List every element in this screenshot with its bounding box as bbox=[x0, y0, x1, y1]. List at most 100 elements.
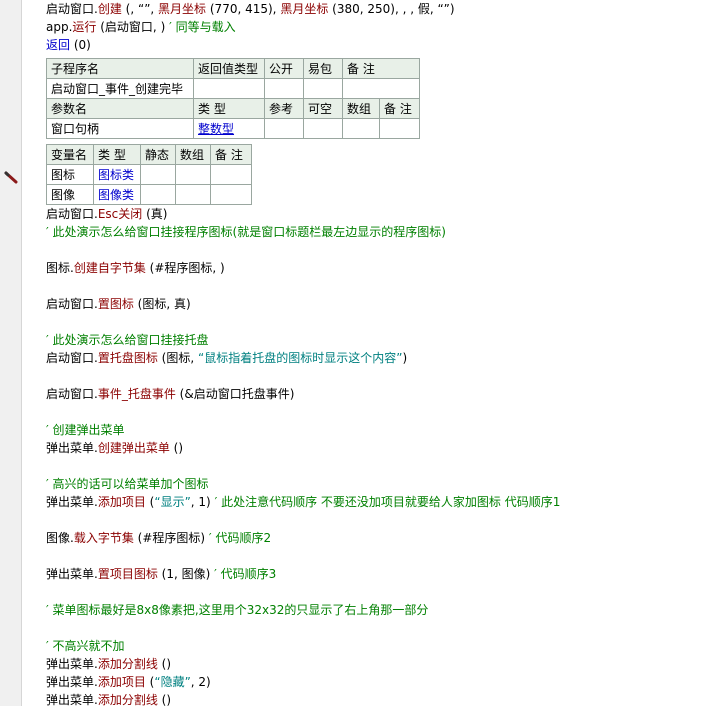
code-line[interactable]: 弹出菜单.添加项目 (“显示”, 1) ′ 此处注意代码顺序 不要还没加项目就要… bbox=[46, 493, 701, 511]
code-token: , 2) bbox=[190, 675, 211, 689]
code-line[interactable]: 图标.创建自字节集 (#程序图标, ) bbox=[46, 259, 701, 277]
code-token: ′ 此处演示怎么给窗口挂接托盘 bbox=[46, 333, 209, 347]
code-token: 创建自字节集 bbox=[73, 261, 146, 275]
code-token: 黑月坐标 bbox=[158, 2, 207, 16]
code-token: 事件_托盘事件 bbox=[97, 387, 176, 401]
var-name-cell[interactable]: 图像 bbox=[46, 184, 94, 205]
code-token: (380, 250), , , 假, “”) bbox=[328, 2, 455, 16]
return-type-cell[interactable] bbox=[193, 78, 265, 99]
col-remark: 备 注 bbox=[342, 58, 420, 79]
code-line[interactable]: app.运行 (启动窗口, ) ′ 同等与载入 bbox=[46, 18, 701, 36]
code-token: ′ 同等与载入 bbox=[169, 20, 236, 34]
col-easy-pkg: 易包 bbox=[303, 58, 343, 79]
subroutine-row[interactable]: 启动窗口_事件_创建完毕 bbox=[46, 78, 420, 99]
code-token: 返回 bbox=[46, 38, 71, 52]
code-token: “隐藏” bbox=[154, 675, 191, 689]
code-line[interactable]: 弹出菜单.添加分割线 () bbox=[46, 655, 701, 673]
code-token: 添加分割线 bbox=[97, 693, 158, 707]
code-token: 启动窗口 bbox=[46, 297, 95, 311]
code-line[interactable]: 弹出菜单.添加项目 (“隐藏”, 2) bbox=[46, 673, 701, 691]
code-token: 添加项目 bbox=[97, 675, 146, 689]
col-param-array: 数组 bbox=[342, 98, 380, 119]
variable-row[interactable]: 图像 图像类 bbox=[46, 184, 252, 205]
param-row[interactable]: 窗口句柄 整数型 bbox=[46, 118, 420, 139]
code-token: 弹出菜单 bbox=[46, 567, 95, 581]
remark-cell[interactable] bbox=[342, 78, 420, 99]
code-line[interactable]: 启动窗口.置托盘图标 (图标, “鼠标指着托盘的图标时显示这个内容”) bbox=[46, 349, 701, 367]
subroutine-header-row: 子程序名 返回值类型 公开 易包 备 注 bbox=[46, 58, 420, 79]
code-editor[interactable]: 启动窗口.创建 (, “”, 黑月坐标 (770, 415), 黑月坐标 (38… bbox=[46, 0, 701, 709]
var-remark-cell[interactable] bbox=[210, 164, 252, 185]
code-token: (, “”, bbox=[121, 2, 159, 16]
code-line[interactable]: ′ 创建弹出菜单 bbox=[46, 421, 701, 439]
code-token: , 1) bbox=[190, 495, 215, 509]
code-token: “鼠标指着托盘的图标时显示这个内容” bbox=[198, 351, 403, 365]
code-token: 弹出菜单 bbox=[46, 693, 95, 707]
var-array-cell[interactable] bbox=[175, 184, 211, 205]
variable-header-row: 变量名 类 型 静态 数组 备 注 bbox=[46, 144, 252, 165]
var-static-cell[interactable] bbox=[140, 184, 176, 205]
code-line[interactable]: 弹出菜单.创建弹出菜单 () bbox=[46, 439, 701, 457]
code-line[interactable]: 启动窗口.置图标 (图标, 真) bbox=[46, 295, 701, 313]
code-token: 创建弹出菜单 bbox=[97, 441, 170, 455]
code-line[interactable]: ′ 菜单图标最好是8x8像素把,这里用个32x32的只显示了右上角那一部分 bbox=[46, 601, 701, 619]
code-line[interactable]: ′ 此处演示怎么给窗口挂接托盘 bbox=[46, 331, 701, 349]
code-line[interactable]: 启动窗口.Esc关闭 (真) bbox=[46, 205, 701, 223]
blank-code-line[interactable] bbox=[46, 277, 701, 295]
blank-code-line[interactable] bbox=[46, 313, 701, 331]
easy-pkg-cell[interactable] bbox=[303, 78, 343, 99]
blank-code-line[interactable] bbox=[46, 583, 701, 601]
col-var-array: 数组 bbox=[175, 144, 211, 165]
param-array-cell[interactable] bbox=[342, 118, 380, 139]
subroutine-table[interactable]: 子程序名 返回值类型 公开 易包 备 注 启动窗口_事件_创建完毕 参数名 类 … bbox=[46, 58, 420, 139]
blank-code-line[interactable] bbox=[46, 511, 701, 529]
blank-code-line[interactable] bbox=[46, 547, 701, 565]
code-line[interactable]: 弹出菜单.置项目图标 (1, 图像) ′ 代码顺序3 bbox=[46, 565, 701, 583]
code-line[interactable]: 图像.载入字节集 (#程序图标) ′ 代码顺序2 bbox=[46, 529, 701, 547]
code-line[interactable]: 返回 (0) bbox=[46, 36, 701, 54]
public-cell[interactable] bbox=[264, 78, 304, 99]
col-param-type: 类 型 bbox=[193, 98, 265, 119]
code-line[interactable]: ′ 此处演示怎么给窗口挂接程序图标(就是窗口标题栏最左边显示的程序图标) bbox=[46, 223, 701, 241]
code-token: ′ 代码顺序3 bbox=[214, 567, 277, 581]
variable-row[interactable]: 图标 图标类 bbox=[46, 164, 252, 185]
blank-code-line[interactable] bbox=[46, 457, 701, 475]
variable-table[interactable]: 变量名 类 型 静态 数组 备 注 图标 图标类 图像 图像类 bbox=[46, 144, 252, 205]
code-line[interactable]: 弹出菜单.添加分割线 () bbox=[46, 691, 701, 709]
code-token: 黑月坐标 bbox=[280, 2, 329, 16]
param-type-cell[interactable]: 整数型 bbox=[193, 118, 265, 139]
code-line[interactable]: 启动窗口.创建 (, “”, 黑月坐标 (770, 415), 黑月坐标 (38… bbox=[46, 0, 701, 18]
code-line[interactable]: ′ 不高兴就不加 bbox=[46, 637, 701, 655]
var-static-cell[interactable] bbox=[140, 164, 176, 185]
code-line[interactable]: ′ 高兴的话可以给菜单加个图标 bbox=[46, 475, 701, 493]
blank-code-line[interactable] bbox=[46, 367, 701, 385]
var-remark-cell[interactable] bbox=[210, 184, 252, 205]
code-token: (0) bbox=[70, 38, 91, 52]
param-remark-cell[interactable] bbox=[379, 118, 420, 139]
var-name-cell[interactable]: 图标 bbox=[46, 164, 94, 185]
code-token: 运行 bbox=[72, 20, 97, 34]
param-nullable-cell[interactable] bbox=[303, 118, 343, 139]
code-line[interactable]: 启动窗口.事件_托盘事件 (&启动窗口托盘事件) bbox=[46, 385, 701, 403]
code-token: ) bbox=[402, 351, 408, 365]
var-array-cell[interactable] bbox=[175, 164, 211, 185]
blank-code-line[interactable] bbox=[46, 403, 701, 421]
col-param-nullable: 可空 bbox=[303, 98, 343, 119]
param-ref-cell[interactable] bbox=[264, 118, 304, 139]
var-type-cell[interactable]: 图标类 bbox=[93, 164, 141, 185]
code-token: 置托盘图标 bbox=[97, 351, 158, 365]
blank-code-line[interactable] bbox=[46, 619, 701, 637]
code-token: (770, 415), bbox=[206, 2, 281, 16]
param-name-cell[interactable]: 窗口句柄 bbox=[46, 118, 194, 139]
code-token: (启动窗口, ) bbox=[96, 20, 170, 34]
editor-gutter[interactable] bbox=[0, 0, 22, 706]
code-token: 置项目图标 bbox=[97, 567, 158, 581]
col-var-static: 静态 bbox=[140, 144, 176, 165]
sub-name-cell[interactable]: 启动窗口_事件_创建完毕 bbox=[46, 78, 194, 99]
breakpoint-pencil-icon[interactable] bbox=[3, 170, 19, 186]
col-var-type: 类 型 bbox=[93, 144, 141, 165]
blank-code-line[interactable] bbox=[46, 241, 701, 259]
var-type-cell[interactable]: 图像类 bbox=[93, 184, 141, 205]
code-token: ′ 此处注意代码顺序 不要还没加项目就要给人家加图标 代码顺序1 bbox=[214, 495, 561, 509]
code-token: 添加项目 bbox=[97, 495, 146, 509]
